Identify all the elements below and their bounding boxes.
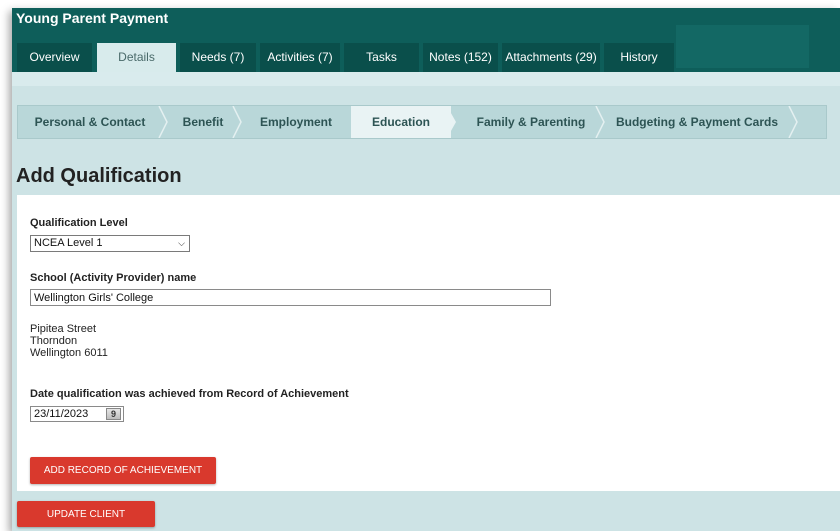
qualification-level-value: NCEA Level 1 — [34, 237, 103, 249]
school-address: Pipitea Street Thorndon Wellington 6011 — [30, 323, 108, 359]
section-steps: Personal & Contact Benefit Employment Ed… — [17, 105, 827, 139]
tab-activities[interactable]: Activities (7) — [260, 43, 340, 72]
tab-content-band — [12, 72, 840, 86]
tab-details[interactable]: Details — [97, 43, 176, 72]
step-separator-icon — [788, 106, 798, 138]
step-separator-icon — [158, 106, 168, 138]
header-bar: Young Parent Payment Overview Details Ne… — [12, 8, 840, 72]
tab-attachments[interactable]: Attachments (29) — [502, 43, 600, 72]
tab-overview[interactable]: Overview — [17, 43, 92, 72]
page-title: Add Qualification — [16, 165, 182, 187]
qualification-level-select[interactable]: NCEA Level 1 ⌵ — [30, 235, 190, 252]
step-family-parenting[interactable]: Family & Parenting — [458, 106, 604, 138]
school-name-input[interactable] — [30, 289, 551, 306]
date-achieved-value: 23/11/2023 — [34, 408, 89, 420]
step-personal-contact[interactable]: Personal & Contact — [18, 106, 162, 138]
app-window: Young Parent Payment Overview Details Ne… — [12, 8, 840, 531]
step-separator-icon — [595, 106, 605, 138]
step-education[interactable]: Education — [351, 106, 451, 138]
redacted-area — [676, 25, 809, 68]
qualification-form: Qualification Level NCEA Level 1 ⌵ Schoo… — [17, 195, 840, 491]
step-separator-icon — [232, 106, 242, 138]
chevron-down-icon: ⌵ — [178, 238, 185, 248]
app-title: Young Parent Payment — [16, 10, 169, 26]
tab-tasks[interactable]: Tasks — [344, 43, 419, 72]
tab-history[interactable]: History — [604, 43, 674, 72]
calendar-icon[interactable]: 9 — [106, 408, 121, 420]
date-achieved-input[interactable]: 23/11/2023 9 — [30, 406, 124, 422]
school-name-label: School (Activity Provider) name — [30, 272, 197, 284]
step-benefit[interactable]: Benefit — [168, 106, 238, 138]
address-line: Wellington 6011 — [30, 347, 108, 359]
tab-notes[interactable]: Notes (152) — [423, 43, 498, 72]
address-line: Thorndon — [30, 335, 78, 347]
add-record-of-achievement-button[interactable]: ADD RECORD OF ACHIEVEMENT — [30, 457, 216, 484]
update-client-button[interactable]: UPDATE CLIENT — [17, 501, 155, 527]
address-line: Pipitea Street — [30, 323, 97, 335]
tab-needs[interactable]: Needs (7) — [180, 43, 256, 72]
date-achieved-label: Date qualification was achieved from Rec… — [30, 388, 349, 400]
step-budgeting-payment-cards[interactable]: Budgeting & Payment Cards — [605, 106, 789, 138]
step-separator-icon — [447, 106, 456, 138]
step-employment[interactable]: Employment — [242, 106, 350, 138]
qualification-level-label: Qualification Level — [30, 217, 128, 229]
